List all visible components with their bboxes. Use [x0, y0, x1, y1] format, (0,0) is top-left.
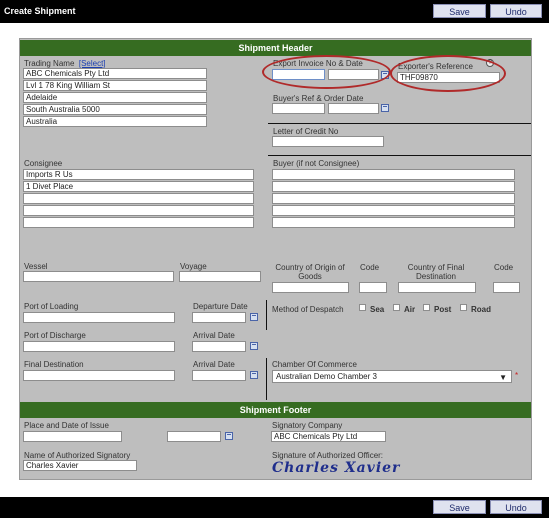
voyage-label: Voyage	[180, 262, 207, 271]
method-despatch-label: Method of Despatch	[272, 305, 344, 314]
port-discharge-label: Port of Discharge	[24, 331, 86, 340]
shipment-footer-title: Shipment Footer	[20, 402, 531, 418]
trading-name-line-1[interactable]: ABC Chemicals Pty Ltd	[23, 68, 207, 79]
calendar-icon[interactable]	[250, 342, 258, 350]
divider-line	[266, 300, 267, 330]
final-arrival-date-input[interactable]	[192, 370, 246, 381]
post-checkbox[interactable]	[423, 304, 430, 311]
consignee-label: Consignee	[24, 159, 63, 168]
letter-of-credit-label: Letter of Credit No	[273, 127, 339, 136]
vessel-input[interactable]	[23, 271, 174, 282]
consignee-line-3[interactable]	[23, 193, 254, 204]
undo-button-bottom[interactable]: Undo	[490, 500, 542, 514]
arrival-date-input[interactable]	[192, 341, 246, 352]
highlight-ring-exporters-reference	[390, 55, 506, 92]
consignee-line-1[interactable]: Imports R Us	[23, 169, 254, 180]
save-button-bottom[interactable]: Save	[433, 500, 486, 514]
air-checkbox[interactable]	[393, 304, 400, 311]
final-destination-label: Final Destination	[24, 360, 84, 369]
signature-label: Signature of Authorized Officer:	[272, 451, 384, 460]
buyer-line-4[interactable]	[272, 205, 515, 216]
sea-label: Sea	[370, 305, 385, 314]
origin-code-input[interactable]	[359, 282, 387, 293]
departure-date-label: Departure Date	[193, 302, 248, 311]
dropdown-arrow-icon: ▼	[499, 373, 507, 382]
calendar-icon[interactable]	[381, 104, 389, 112]
trading-name-label: Trading Name [Select]	[24, 59, 106, 68]
select-link[interactable]: [Select]	[79, 59, 106, 68]
country-final-label: Country of Final Destination	[407, 263, 465, 281]
port-loading-input[interactable]	[23, 312, 175, 323]
sea-checkbox[interactable]	[359, 304, 366, 311]
shipment-header-title: Shipment Header	[20, 40, 531, 56]
consignee-line-4[interactable]	[23, 205, 254, 216]
port-discharge-input[interactable]	[23, 341, 175, 352]
final-destination-input[interactable]	[23, 370, 175, 381]
place-date-label: Place and Date of Issue	[24, 421, 109, 430]
country-origin-label: Country of Origin of Goods	[275, 263, 345, 281]
post-label: Post	[434, 305, 452, 314]
divider-line	[266, 358, 267, 400]
top-toolbar: Create Shipment Save Undo	[0, 0, 549, 23]
order-date-input[interactable]	[328, 103, 379, 114]
arrival-date-label: Arrival Date	[193, 331, 235, 340]
consignee-line-5[interactable]	[23, 217, 254, 228]
road-label: Road	[471, 305, 491, 314]
buyer-line-2[interactable]	[272, 181, 515, 192]
buyer-line-5[interactable]	[272, 217, 515, 228]
bottom-toolbar: Save Undo	[0, 497, 549, 518]
vessel-label: Vessel	[24, 262, 48, 271]
buyers-ref-label: Buyer's Ref & Order Date	[273, 94, 364, 103]
trading-name-line-5[interactable]: Australia	[23, 116, 207, 127]
window-title: Create Shipment	[4, 6, 76, 16]
final-arrival-date-label: Arrival Date	[193, 360, 235, 369]
origin-code-label: Code	[360, 263, 380, 272]
buyer-line-3[interactable]	[272, 193, 515, 204]
calendar-icon[interactable]	[250, 313, 258, 321]
save-button[interactable]: Save	[433, 4, 486, 18]
calendar-icon[interactable]	[250, 371, 258, 379]
chamber-select-value: Australian Demo Chamber 3	[276, 372, 377, 381]
buyers-ref-input[interactable]	[272, 103, 325, 114]
port-loading-label: Port of Loading	[24, 302, 79, 311]
divider-line	[268, 155, 531, 156]
country-final-input[interactable]	[398, 282, 476, 293]
chamber-label: Chamber Of Commerce	[272, 360, 357, 369]
signature-image: Charles Xavier	[272, 460, 401, 476]
signatory-company-input[interactable]: ABC Chemicals Pty Ltd	[271, 431, 386, 442]
required-marker: *	[515, 371, 519, 380]
date-issue-input[interactable]	[167, 431, 221, 442]
trading-name-line-4[interactable]: South Australia 5000	[23, 104, 207, 115]
voyage-input[interactable]	[179, 271, 261, 282]
road-checkbox[interactable]	[460, 304, 467, 311]
signatory-company-label: Signatory Company	[272, 421, 343, 430]
country-origin-input[interactable]	[272, 282, 349, 293]
letter-of-credit-input[interactable]	[272, 136, 384, 147]
consignee-line-2[interactable]: 1 Divet Place	[23, 181, 254, 192]
chamber-select[interactable]: Australian Demo Chamber 3 ▼	[272, 370, 512, 383]
authorized-name-input[interactable]: Charles Xavier	[23, 460, 137, 471]
authorized-name-label: Name of Authorized Signatory	[24, 451, 131, 460]
final-code-input[interactable]	[493, 282, 520, 293]
trading-name-line-2[interactable]: Lvl 1 78 King William St	[23, 80, 207, 91]
air-label: Air	[404, 305, 416, 314]
undo-button[interactable]: Undo	[490, 4, 542, 18]
buyer-line-1[interactable]	[272, 169, 515, 180]
highlight-ring-export-invoice	[262, 55, 391, 89]
place-issue-input[interactable]	[23, 431, 122, 442]
buyer-label: Buyer (if not Consignee)	[273, 159, 360, 168]
trading-name-line-3[interactable]: Adelaide	[23, 92, 207, 103]
calendar-icon[interactable]	[225, 432, 233, 440]
departure-date-input[interactable]	[192, 312, 246, 323]
divider-line	[268, 123, 531, 124]
final-code-label: Code	[494, 263, 514, 272]
